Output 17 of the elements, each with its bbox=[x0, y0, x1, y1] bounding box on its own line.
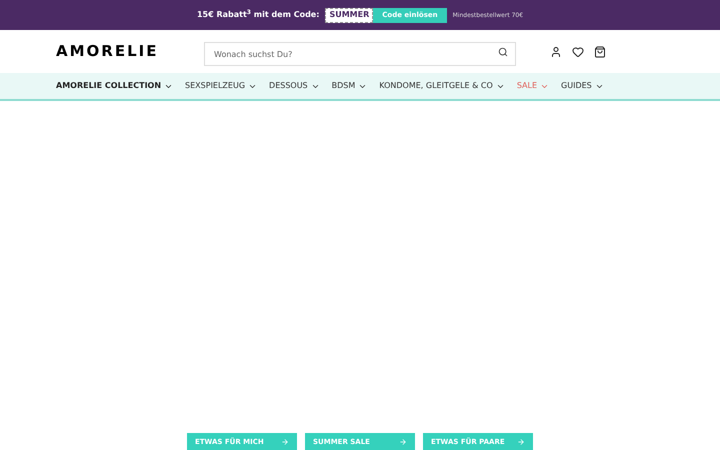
arrow-icon bbox=[517, 438, 525, 446]
arrow-icon bbox=[399, 438, 407, 446]
search-icon[interactable] bbox=[498, 46, 508, 56]
heart-icon[interactable] bbox=[572, 46, 584, 58]
promo-text: 15€ Rabatt$^{3}$ mit dem Code: bbox=[196, 9, 320, 21]
bag-icon[interactable] bbox=[594, 46, 606, 58]
arrow-icon bbox=[281, 438, 289, 446]
logo[interactable]: AMORELIE bbox=[56, 40, 204, 63]
nav-item[interactable]: AMORELIE COLLECTION bbox=[56, 80, 174, 92]
nav-item[interactable]: BDSM bbox=[332, 80, 368, 92]
account-icon[interactable] bbox=[550, 46, 562, 58]
search-field[interactable]: Wonach suchst Du? bbox=[204, 42, 516, 66]
nav-item[interactable]: SEXSPIELZEUG bbox=[185, 80, 258, 92]
promo-code: SUMMER bbox=[325, 8, 374, 22]
nav-item[interactable]: GUIDES bbox=[561, 80, 604, 92]
nav-item[interactable]: KONDOME, GLEITGELE & CO bbox=[379, 80, 505, 92]
nav-item[interactable]: DESSOUS bbox=[269, 80, 320, 92]
